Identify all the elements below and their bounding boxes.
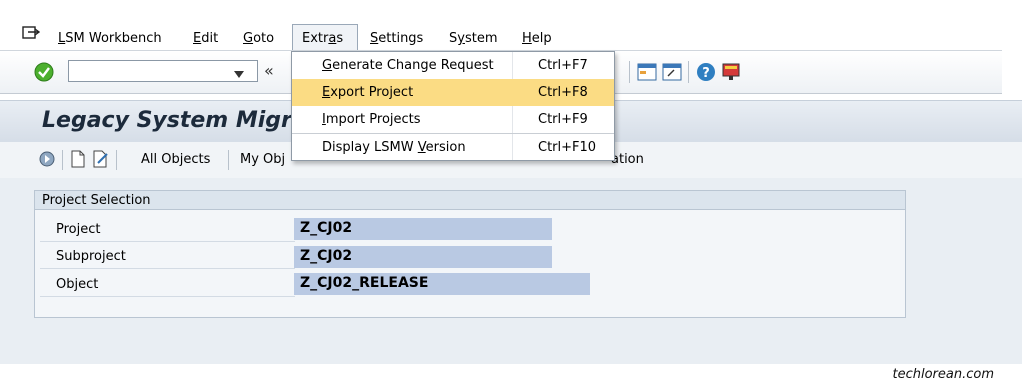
toolbar-separator (629, 61, 630, 83)
row-divider (40, 241, 295, 242)
menu-item-shortcut: Ctrl+F7 (538, 58, 588, 73)
menu-extras[interactable]: Extras (302, 31, 343, 46)
menu-item-import-projects[interactable]: Import Projects Ctrl+F9 (292, 106, 614, 133)
project-field[interactable]: Z_CJ02 (294, 218, 552, 240)
menu-settings[interactable]: Settings (370, 31, 423, 46)
help-icon[interactable]: ? (696, 62, 716, 86)
row-divider (40, 268, 295, 269)
project-label: Project (56, 222, 101, 237)
all-objects-button[interactable]: All Objects (141, 152, 210, 167)
menu-lsm-workbench[interactable]: LSM Workbench (58, 31, 162, 46)
new-document-icon[interactable] (70, 150, 86, 172)
back-icon[interactable]: « (264, 61, 274, 80)
menu-item-display-lsmw-version[interactable]: Display LSMW Version Ctrl+F10 (292, 134, 614, 161)
exit-icon[interactable] (22, 25, 41, 45)
toolbar-separator-2 (688, 61, 689, 83)
group-title: Project Selection (42, 193, 151, 208)
app-toolbar-separator-2 (116, 150, 117, 170)
object-label: Object (56, 277, 99, 292)
my-objects-button[interactable]: My Obj (240, 152, 285, 167)
menu-goto[interactable]: Goto (243, 31, 274, 46)
object-field[interactable]: Z_CJ02_RELEASE (294, 273, 590, 295)
layout-icon[interactable] (637, 62, 657, 86)
menu-item-generate-change-request[interactable]: Generate Change Request Ctrl+F7 (292, 52, 614, 79)
monitor-icon[interactable] (721, 62, 741, 86)
row-divider (40, 296, 295, 297)
execute-icon[interactable] (38, 150, 56, 172)
page-title: Legacy System Migrat (42, 108, 318, 133)
app-toolbar-separator (62, 150, 63, 170)
watermark: techlorean.com (892, 367, 995, 382)
svg-text:?: ? (702, 66, 710, 81)
menu-item-label: Export Project (322, 85, 414, 100)
menu-item-label: Generate Change Request (322, 58, 494, 73)
edit-icon[interactable] (92, 150, 110, 172)
window-icon[interactable] (662, 62, 682, 86)
menu-item-shortcut: Ctrl+F10 (538, 140, 597, 155)
subproject-field[interactable]: Z_CJ02 (294, 246, 552, 268)
menu-item-shortcut: Ctrl+F9 (538, 112, 588, 127)
menu-item-export-project[interactable]: Export Project Ctrl+F8 (292, 79, 614, 106)
group-header (34, 190, 906, 210)
menu-system[interactable]: System (449, 31, 498, 46)
menu-help[interactable]: Help (522, 31, 552, 46)
command-field[interactable] (68, 60, 258, 82)
menu-item-shortcut: Ctrl+F8 (538, 85, 588, 100)
project-documentation-button[interactable]: ation (611, 152, 644, 167)
menu-item-label: Display LSMW Version (322, 140, 466, 155)
checkmark-icon[interactable] (34, 62, 54, 86)
app-toolbar-separator-3 (228, 150, 229, 170)
menu-item-label: Import Projects (322, 112, 421, 127)
menu-edit[interactable]: Edit (193, 31, 218, 46)
dropdown-arrow-icon[interactable] (234, 68, 244, 83)
subproject-label: Subproject (56, 249, 126, 264)
extras-dropdown-menu: Generate Change Request Ctrl+F7 Export P… (291, 51, 615, 161)
